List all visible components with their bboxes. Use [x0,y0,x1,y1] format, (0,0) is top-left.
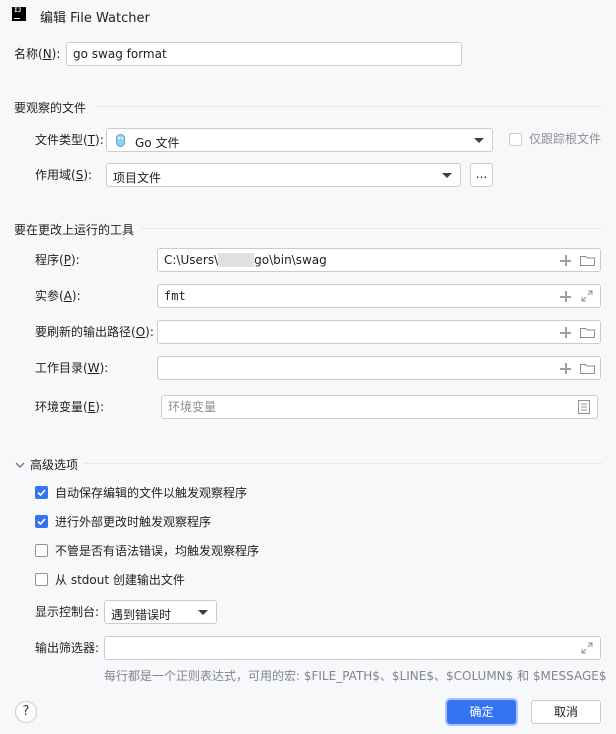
show-console-combobox[interactable]: 遇到错误时 [104,600,217,624]
plus-icon[interactable] [560,363,571,374]
scope-browse-button[interactable]: ... [470,163,493,187]
folder-icon[interactable] [580,255,595,266]
separator [96,106,602,107]
title-bar: IJ 编辑 File Watcher [0,0,616,30]
ok-button[interactable]: 确定 [447,700,516,724]
scope-label: 作用域(S): [35,168,93,182]
separator [141,228,602,229]
name-label: 名称(N): [14,47,61,61]
chevron-down-icon[interactable] [15,458,25,472]
file-type-combobox[interactable]: Go 文件 [106,128,493,152]
ignore-syntax-errors-label: 不管是否有语法错误，均触发观察程序 [55,544,260,558]
app-icon: IJ [12,7,26,21]
file-type-label: 文件类型(T): [35,133,104,147]
section-files-to-watch: 要观察的文件 [14,101,87,115]
file-type-value: Go 文件 [135,136,180,150]
redacted-username [218,253,255,267]
chevron-down-icon [474,138,484,143]
plus-icon[interactable] [560,291,571,302]
env-vars-label: 环境变量(E): [35,400,105,414]
show-console-label: 显示控制台: [35,605,100,619]
folder-icon[interactable] [580,363,595,374]
working-dir-input[interactable] [157,356,601,380]
stdout-output-label: 从 stdout 创建输出文件 [55,573,185,587]
scope-value: 项目文件 [113,171,162,185]
section-advanced[interactable]: 高级选项 [30,456,78,473]
program-input[interactable]: C:\Users\ go\bin\swag [157,248,601,272]
expand-icon[interactable] [581,642,593,654]
working-dir-label: 工作目录(W): [35,361,109,375]
arguments-label: 实参(A): [35,289,81,303]
output-filters-input[interactable] [104,636,601,660]
arguments-input[interactable]: fmt [157,284,601,308]
external-changes-label: 进行外部更改时触发观察程序 [55,515,212,529]
env-vars-input[interactable]: 环境变量 [161,395,598,419]
scope-combobox[interactable]: 项目文件 [106,163,461,187]
stdout-output-checkbox[interactable] [35,573,48,586]
help-button[interactable]: ? [15,701,37,723]
plus-icon[interactable] [560,255,571,266]
window-title: 编辑 File Watcher [40,11,150,26]
name-input[interactable]: go swag format [66,42,462,66]
track-root-only-checkbox[interactable] [509,133,522,146]
expand-icon[interactable] [581,290,593,302]
separator [84,463,602,464]
document-icon[interactable] [578,400,590,414]
auto-save-checkbox[interactable] [35,486,48,499]
section-tool: 要在更改上运行的工具 [14,223,135,237]
gopher-icon [116,134,125,147]
chevron-down-icon [442,173,452,178]
folder-icon[interactable] [580,327,595,338]
cancel-button[interactable]: 取消 [531,700,601,724]
output-filters-label: 输出筛选器: [35,641,100,655]
external-changes-checkbox[interactable] [35,515,48,528]
program-label: 程序(P): [35,253,80,267]
output-filters-hint: 每行都是一个正则表达式，可用的宏: $FILE_PATH$、$LINE$、$CO… [104,669,607,683]
output-paths-input[interactable] [157,320,601,344]
auto-save-label: 自动保存编辑的文件以触发观察程序 [55,486,248,500]
plus-icon[interactable] [560,327,571,338]
track-root-only-label: 仅跟踪根文件 [529,132,602,146]
show-console-value: 遇到错误时 [111,608,172,622]
ignore-syntax-errors-checkbox[interactable] [35,544,48,557]
chevron-down-icon [198,610,208,615]
output-paths-label: 要刷新的输出路径(O): [35,325,154,339]
